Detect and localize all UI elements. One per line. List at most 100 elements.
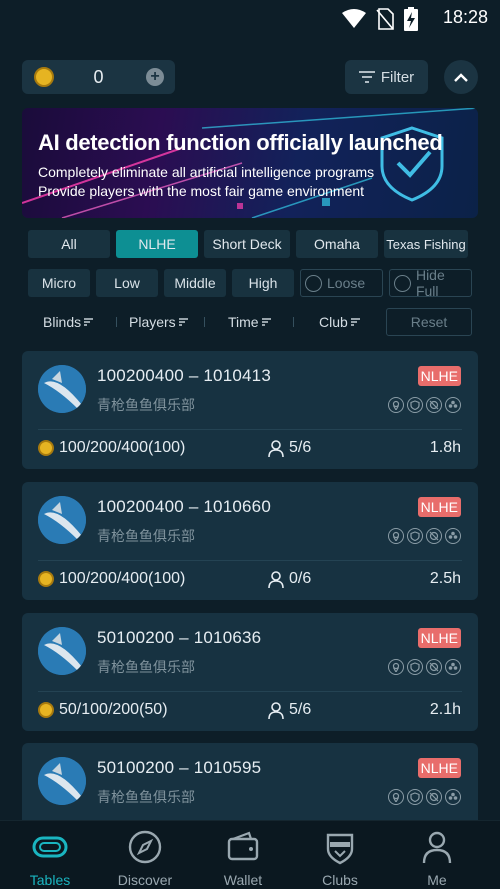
checkbox-circle-icon <box>394 274 411 292</box>
rule-icons <box>388 528 461 544</box>
banner-line-2: Provide players with the most fair game … <box>38 183 365 199</box>
promo-banner[interactable]: AI detection function officially launche… <box>22 108 478 218</box>
blinds-value: 100/200/400(100) <box>59 439 186 456</box>
duration-value: 2.1h <box>429 701 461 718</box>
compass-icon <box>128 830 162 864</box>
blinds-info: 100/200/400(100) <box>38 570 185 588</box>
ip-restriction-icon <box>407 397 423 413</box>
level-micro[interactable]: Micro <box>28 269 90 297</box>
status-bar: 18:28 <box>0 0 500 36</box>
collapse-button[interactable] <box>444 60 478 94</box>
coin-icon <box>38 571 54 587</box>
sort-players[interactable]: Players <box>129 314 188 330</box>
banner-line-1: Completely eliminate all artificial inte… <box>38 164 375 180</box>
battery-charging-icon <box>404 7 418 31</box>
table-id: 50100200 – 1010636 <box>97 628 262 647</box>
tab-texas-fishing[interactable]: Texas Fishing <box>384 230 468 258</box>
filter-label: Filter <box>380 68 415 86</box>
person-icon <box>268 701 284 719</box>
sort-row: Blinds Players Time Club Reset <box>28 308 472 336</box>
gps-restriction-icon <box>388 397 404 413</box>
profile-icon <box>422 831 452 864</box>
nav-clubs-label: Clubs <box>322 872 358 888</box>
card-divider <box>38 429 462 430</box>
game-type-badge: NLHE <box>417 366 461 386</box>
coin-icon <box>38 702 54 718</box>
person-icon <box>268 570 284 588</box>
gps-restriction-icon <box>388 789 404 805</box>
blinds-info: 100/200/400(100) <box>38 439 185 457</box>
blinds-value: 50/100/200(50) <box>59 701 168 718</box>
sort-blinds-label: Blinds <box>43 314 82 330</box>
blinds-value: 100/200/400(100) <box>59 570 186 587</box>
duration-value: 2.5h <box>429 570 461 587</box>
nav-wallet-label: Wallet <box>223 872 263 888</box>
nav-clubs[interactable]: Clubs <box>290 821 390 889</box>
table-id: 100200400 – 1010413 <box>97 366 271 385</box>
players-info: 5/6 <box>268 701 311 719</box>
loose-label: Loose <box>327 275 366 291</box>
sort-separator <box>204 317 205 327</box>
insurance-icon <box>445 789 461 805</box>
insurance-icon <box>445 397 461 413</box>
table-id: 50100200 – 1010595 <box>97 758 262 777</box>
top-bar: 0 + Filter <box>0 60 500 94</box>
sort-separator <box>293 317 294 327</box>
loose-checkbox[interactable]: Loose <box>300 269 383 297</box>
tables-icon <box>32 836 68 858</box>
chevron-up-icon <box>454 72 468 82</box>
club-name: 青枪鱼鱼俱乐部 <box>97 397 195 413</box>
no-ai-icon <box>426 789 442 805</box>
no-sim-icon <box>376 8 394 30</box>
blinds-info: 50/100/200(50) <box>38 701 168 719</box>
nav-tables[interactable]: Tables <box>0 821 100 889</box>
club-name: 青枪鱼鱼俱乐部 <box>97 789 195 805</box>
level-low[interactable]: Low <box>96 269 158 297</box>
table-card[interactable]: 100200400 – 1010660 青枪鱼鱼俱乐部 NLHE 100/200… <box>22 482 478 600</box>
club-name: 青枪鱼鱼俱乐部 <box>97 528 195 544</box>
game-type-badge: NLHE <box>417 628 461 648</box>
table-card[interactable]: 50100200 – 1010636 青枪鱼鱼俱乐部 NLHE 50/100/2… <box>22 613 478 731</box>
sort-icon <box>84 318 94 326</box>
hide-full-checkbox[interactable]: Hide Full <box>389 267 472 299</box>
filter-icon <box>358 71 375 83</box>
players-info: 5/6 <box>268 439 311 457</box>
sort-icon <box>261 318 271 326</box>
person-icon <box>268 439 284 457</box>
tab-nlhe[interactable]: NLHE <box>116 230 198 258</box>
coin-balance: 0 + <box>22 60 175 94</box>
level-high[interactable]: High <box>232 269 294 297</box>
sort-blinds[interactable]: Blinds <box>43 314 94 330</box>
nav-me[interactable]: Me <box>387 821 487 889</box>
reset-button[interactable]: Reset <box>386 308 472 336</box>
game-type-badge: NLHE <box>417 497 461 517</box>
add-coins-button[interactable]: + <box>146 68 164 86</box>
duration-value: 1.8h <box>429 439 461 456</box>
tab-all[interactable]: All <box>28 230 110 258</box>
sort-club[interactable]: Club <box>319 314 360 330</box>
club-avatar <box>38 496 86 544</box>
club-avatar <box>38 365 86 413</box>
filter-button[interactable]: Filter <box>345 60 428 94</box>
sort-time[interactable]: Time <box>228 314 271 330</box>
game-type-tabs: All NLHE Short Deck Omaha Texas Fishing <box>28 230 468 258</box>
tab-short-deck[interactable]: Short Deck <box>204 230 290 258</box>
table-card[interactable]: 100200400 – 1010413 青枪鱼鱼俱乐部 NLHE 100/200… <box>22 351 478 469</box>
level-middle[interactable]: Middle <box>164 269 226 297</box>
gps-restriction-icon <box>388 528 404 544</box>
players-value: 5/6 <box>289 701 312 718</box>
nav-discover[interactable]: Discover <box>95 821 195 889</box>
sort-icon <box>350 318 360 326</box>
club-name: 青枪鱼鱼俱乐部 <box>97 659 195 675</box>
card-divider <box>38 560 462 561</box>
status-time: 18:28 <box>442 7 488 27</box>
tab-omaha[interactable]: Omaha <box>296 230 378 258</box>
card-divider <box>38 691 462 692</box>
club-avatar <box>38 757 86 805</box>
sort-players-label: Players <box>129 314 176 330</box>
clubs-shield-icon <box>326 833 354 865</box>
nav-wallet[interactable]: Wallet <box>193 821 293 889</box>
no-ai-icon <box>426 528 442 544</box>
bottom-nav: Tables Discover Wallet Clubs Me <box>0 820 500 889</box>
status-icons <box>342 7 418 31</box>
